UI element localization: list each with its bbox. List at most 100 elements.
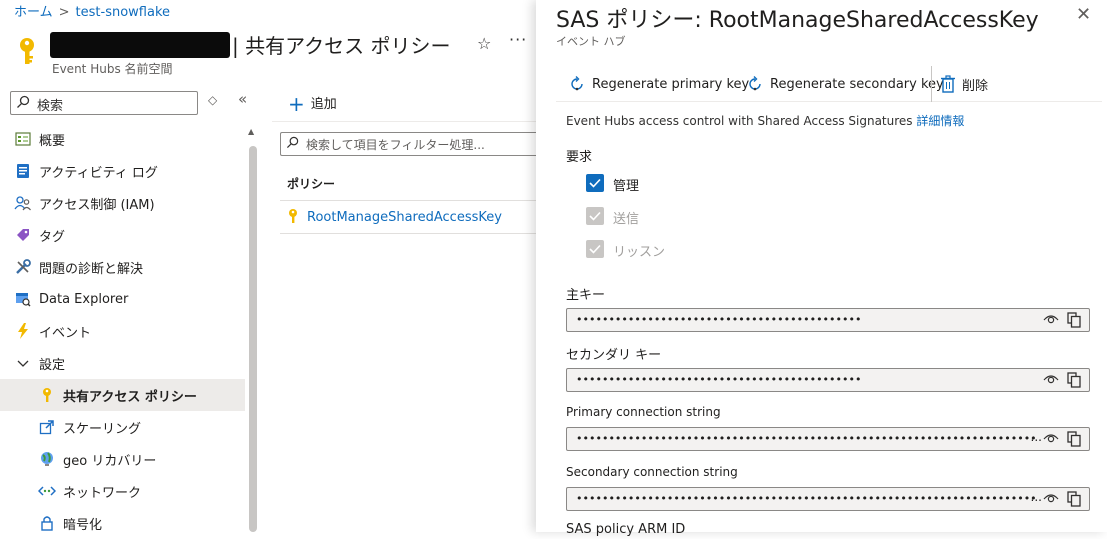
listen-checkbox bbox=[586, 240, 604, 258]
sidebar-nav: 概要 アクティビティ ログ アクセス制御 (IAM) タグ 問題の診断と解決 D… bbox=[0, 123, 245, 539]
key-icon bbox=[16, 36, 42, 66]
learn-more-link[interactable]: 詳細情報 bbox=[916, 114, 964, 128]
breadcrumb: ホーム > test-snowflake bbox=[14, 1, 170, 20]
table-row[interactable]: RootManageSharedAccessKey bbox=[287, 208, 502, 228]
network-icon bbox=[38, 482, 56, 500]
sidebar-item-label: 共有アクセス ポリシー bbox=[63, 389, 197, 405]
show-value-icon[interactable] bbox=[1043, 492, 1059, 508]
plus-icon: + bbox=[288, 92, 305, 116]
close-icon[interactable]: ✕ bbox=[1076, 4, 1091, 25]
sidebar-item-geo-recovery[interactable]: geo リカバリー bbox=[0, 443, 245, 475]
add-label: 追加 bbox=[310, 97, 337, 112]
sidebar-item-label: スケーリング bbox=[63, 421, 142, 437]
primary-key-field[interactable]: ••••••••••••••••••••••••••••••••••••••••… bbox=[566, 308, 1090, 332]
resource-type-label: Event Hubs 名前空間 bbox=[52, 62, 173, 76]
primary-key-value: ••••••••••••••••••••••••••••••••••••••••… bbox=[576, 313, 862, 326]
sidebar-group-settings[interactable]: 設定 bbox=[0, 347, 245, 379]
sidebar-search-placeholder: 検索 bbox=[37, 99, 64, 114]
breadcrumb-home-link[interactable]: ホーム bbox=[14, 5, 53, 20]
policy-name-link[interactable]: RootManageSharedAccessKey bbox=[307, 210, 502, 225]
secondary-key-field[interactable]: ••••••••••••••••••••••••••••••••••••••••… bbox=[566, 368, 1090, 392]
toolbar-separator bbox=[931, 66, 932, 102]
secondary-connection-field[interactable]: ••••••••••••••••••••••••••••••••••••••••… bbox=[566, 487, 1090, 511]
primary-key-label: 主キー bbox=[566, 288, 606, 303]
delete-button[interactable]: 削除 bbox=[940, 66, 988, 102]
sidebar-item-label: アクティビティ ログ bbox=[39, 165, 158, 181]
copy-icon[interactable] bbox=[1067, 431, 1081, 451]
secondary-connection-value: ••••••••••••••••••••••••••••••••••••••••… bbox=[576, 492, 1038, 505]
panel-subtitle: イベント ハブ bbox=[556, 35, 626, 48]
sidebar-item-label: 暗号化 bbox=[63, 517, 103, 533]
panel-title: SAS ポリシー: RootManageSharedAccessKey bbox=[556, 8, 1039, 33]
wrench-icon bbox=[14, 258, 32, 276]
table-divider bbox=[280, 233, 542, 234]
regenerate-secondary-label: Regenerate secondary key bbox=[770, 76, 944, 92]
sidebar-item-events[interactable]: イベント bbox=[0, 315, 245, 347]
sidebar-item-diagnose[interactable]: 問題の診断と解決 bbox=[0, 251, 245, 283]
policy-filter-placeholder: 検索して項目をフィルター処理... bbox=[306, 138, 485, 152]
sidebar-item-data-explorer[interactable]: Data Explorer bbox=[0, 283, 245, 315]
redacted-resource-name bbox=[50, 32, 230, 58]
copy-icon[interactable] bbox=[1067, 372, 1081, 392]
lock-icon bbox=[38, 514, 56, 532]
sidebar-item-label: Data Explorer bbox=[39, 291, 129, 307]
data-explorer-icon bbox=[14, 290, 32, 308]
sidebar-item-label: イベント bbox=[39, 325, 92, 341]
key-icon bbox=[38, 386, 56, 404]
scroll-up-icon[interactable]: ▲ bbox=[248, 127, 254, 136]
sidebar-item-overview[interactable]: 概要 bbox=[0, 123, 245, 155]
panel-toolbar: Regenerate primary key Regenerate second… bbox=[556, 66, 1102, 102]
copy-icon[interactable] bbox=[1067, 491, 1081, 511]
scale-icon bbox=[38, 418, 56, 436]
regenerate-primary-label: Regenerate primary key bbox=[592, 76, 750, 92]
sidebar-item-activity-log[interactable]: アクティビティ ログ bbox=[0, 155, 245, 187]
expand-collapse-icon[interactable]: ◇ bbox=[208, 93, 217, 107]
sidebar-search-input[interactable]: 検索 bbox=[10, 91, 198, 115]
sidebar-item-iam[interactable]: アクセス制御 (IAM) bbox=[0, 187, 245, 219]
claims-label: 要求 bbox=[566, 150, 593, 165]
send-label: 送信 bbox=[613, 212, 640, 227]
secondary-key-label: セカンダリ キー bbox=[566, 348, 662, 363]
show-value-icon[interactable] bbox=[1043, 373, 1059, 389]
sidebar-item-label: geo リカバリー bbox=[63, 453, 157, 469]
lightning-icon bbox=[14, 322, 32, 340]
policy-column-header[interactable]: ポリシー bbox=[287, 175, 335, 192]
primary-connection-label: Primary connection string bbox=[566, 405, 721, 419]
star-icon[interactable]: ☆ bbox=[477, 34, 491, 53]
secondary-connection-label: Secondary connection string bbox=[566, 465, 738, 479]
sidebar-item-networking[interactable]: ネットワーク bbox=[0, 475, 245, 507]
primary-connection-field[interactable]: ••••••••••••••••••••••••••••••••••••••••… bbox=[566, 427, 1090, 451]
sidebar-item-label: ネットワーク bbox=[63, 485, 142, 501]
policy-filter-input[interactable]: 検索して項目をフィルター処理... bbox=[280, 132, 542, 156]
tag-icon bbox=[14, 226, 32, 244]
add-policy-button[interactable]: + 追加 bbox=[288, 92, 337, 116]
sidebar-item-tags[interactable]: タグ bbox=[0, 219, 245, 251]
copy-icon[interactable] bbox=[1067, 312, 1081, 332]
command-bar-divider bbox=[272, 121, 536, 122]
collapse-sidebar-icon[interactable]: « bbox=[238, 90, 247, 108]
show-value-icon[interactable] bbox=[1043, 313, 1059, 329]
sidebar-item-encryption[interactable]: 暗号化 bbox=[0, 507, 245, 539]
manage-checkbox[interactable] bbox=[586, 174, 604, 192]
sidebar-item-scaling[interactable]: スケーリング bbox=[0, 411, 245, 443]
description-text: Event Hubs access control with Shared Ac… bbox=[566, 114, 913, 128]
more-icon[interactable]: ··· bbox=[509, 30, 527, 49]
sidebar-item-label: 設定 bbox=[39, 357, 66, 373]
refresh-icon bbox=[568, 75, 586, 93]
truncation-ellipsis: ... bbox=[1030, 430, 1042, 444]
regenerate-secondary-key-button[interactable]: Regenerate secondary key bbox=[746, 66, 944, 102]
search-icon bbox=[16, 95, 30, 113]
panel-description: Event Hubs access control with Shared Ac… bbox=[566, 112, 964, 129]
show-value-icon[interactable] bbox=[1043, 432, 1059, 448]
activity-log-icon bbox=[14, 162, 32, 180]
sidebar-scrollbar[interactable] bbox=[249, 146, 257, 532]
iam-icon bbox=[14, 194, 32, 212]
listen-label: リッスン bbox=[613, 245, 666, 260]
breadcrumb-resource-link[interactable]: test-snowflake bbox=[76, 5, 170, 20]
regenerate-primary-key-button[interactable]: Regenerate primary key bbox=[568, 66, 749, 102]
sidebar-item-label: タグ bbox=[39, 229, 66, 245]
sidebar-item-shared-access-policies[interactable]: 共有アクセス ポリシー bbox=[0, 379, 245, 411]
sidebar-item-label: アクセス制御 (IAM) bbox=[39, 197, 155, 213]
delete-label: 削除 bbox=[962, 78, 989, 94]
refresh-icon bbox=[746, 75, 764, 93]
